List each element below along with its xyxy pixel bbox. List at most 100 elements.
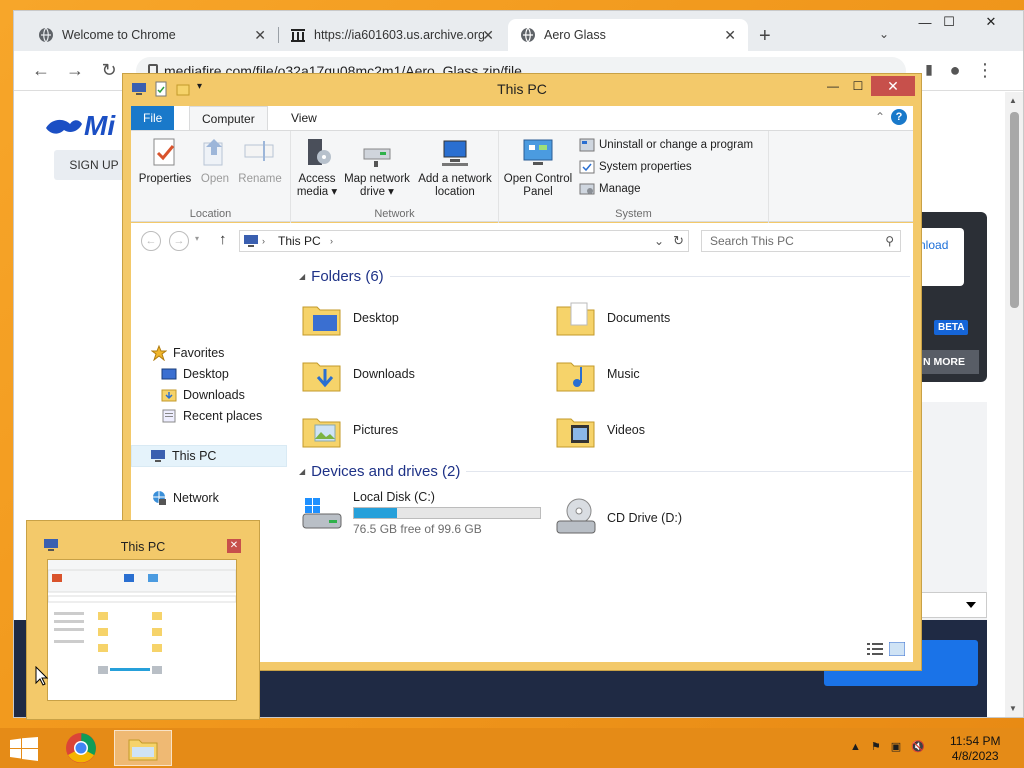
volume-muted-icon[interactable]: 🔇 (911, 740, 925, 753)
close-window-icon[interactable]: ✕ (968, 11, 1014, 33)
search-icon[interactable]: ⚲ (885, 231, 894, 251)
mediafire-logo[interactable]: Mi (44, 110, 115, 142)
tab-computer[interactable]: Computer (189, 106, 268, 130)
recent-locations-icon[interactable]: ▾ (195, 234, 199, 243)
nav-favorites[interactable]: Favorites (150, 344, 224, 362)
close-tab-icon[interactable]: ✕ (254, 27, 266, 44)
back-icon[interactable]: ← (24, 60, 58, 81)
open-icon (198, 135, 232, 169)
breadcrumb-this-pc[interactable]: This PC (278, 231, 321, 251)
scroll-thumb[interactable] (1010, 112, 1019, 308)
new-tab-button[interactable]: + (759, 25, 771, 48)
downloads-icon (161, 387, 177, 403)
folders-group-header[interactable]: ◢ Folders (6) (299, 268, 910, 285)
folder-documents[interactable]: Documents (555, 297, 670, 339)
drive-local-disk-c[interactable]: Local Disk (C:) 76.5 GB free of 99.6 GB (301, 490, 541, 536)
folder-pictures[interactable]: Pictures (301, 409, 398, 451)
maximize-icon[interactable]: ☐ (845, 76, 871, 96)
file-explorer-icon (128, 739, 158, 761)
menu-icon[interactable]: ⋮ (968, 60, 1002, 81)
network-status-icon[interactable]: ▣ (891, 740, 901, 753)
tab-file[interactable]: File (131, 106, 175, 130)
collapse-triangle-icon[interactable]: ◢ (299, 467, 305, 476)
chrome-taskbar-button[interactable] (52, 730, 110, 766)
manage-button[interactable]: Manage (579, 181, 641, 197)
breadcrumb-arrow-icon[interactable]: › (330, 231, 333, 251)
nav-recent-places[interactable]: Recent places (161, 408, 262, 424)
refresh-icon[interactable]: ↻ (673, 231, 684, 251)
add-network-location-button[interactable]: Add a network location (415, 135, 495, 199)
explorer-titlebar[interactable]: ▾ This PC — ☐ ✕ (123, 74, 921, 104)
help-icon[interactable]: ? (891, 109, 907, 125)
details-view-icon[interactable] (867, 642, 883, 656)
group-label: System (615, 208, 652, 220)
tab-search-chevron-icon[interactable]: ⌄ (879, 27, 889, 41)
chevron-down-icon[interactable]: ⌄ (654, 231, 664, 251)
scroll-up-icon[interactable]: ▲ (1009, 96, 1017, 105)
windows-start-icon[interactable] (10, 737, 38, 761)
page-scrollbar[interactable]: ▲ ▼ (1005, 92, 1023, 717)
folder-downloads[interactable]: Downloads (301, 353, 415, 395)
clock-date: 4/8/2023 (951, 749, 999, 763)
videos-folder-icon (555, 409, 597, 451)
properties-icon (148, 135, 182, 169)
taskbar-thumbnail-preview[interactable]: This PC ✕ (26, 520, 260, 720)
computer-icon (150, 448, 166, 464)
show-hidden-icons-icon[interactable]: ▲ (850, 741, 861, 753)
forward-icon[interactable]: → (58, 60, 92, 81)
nav-downloads[interactable]: Downloads (161, 387, 245, 403)
thumbnail-image[interactable] (47, 559, 237, 701)
folder-videos[interactable]: Videos (555, 409, 645, 451)
folder-desktop[interactable]: Desktop (301, 297, 399, 339)
open-control-panel-button[interactable]: Open Control Panel (503, 135, 573, 199)
thumbnail-title: This PC (120, 540, 166, 554)
up-icon[interactable]: ↑ (219, 231, 227, 248)
nav-network[interactable]: Network (151, 490, 219, 506)
devices-group-header[interactable]: ◢ Devices and drives (2) (299, 463, 913, 480)
ribbon-group-network: Access media ▾ Map network drive ▾ Add a n… (291, 131, 499, 223)
drive-cd-d[interactable]: CD Drive (D:) (555, 497, 682, 539)
scroll-down-icon[interactable]: ▼ (1009, 704, 1017, 713)
chrome-icon (66, 733, 96, 763)
back-icon[interactable]: ← (141, 231, 161, 251)
nav-desktop[interactable]: Desktop (161, 366, 229, 382)
properties-button[interactable]: Properties (137, 135, 193, 186)
collapse-ribbon-icon[interactable]: ⌃ (875, 110, 885, 124)
group-divider (389, 276, 910, 277)
system-properties-button[interactable]: System properties (579, 159, 692, 175)
minimize-icon[interactable]: — (821, 76, 845, 96)
clock[interactable]: 11:54 PM 4/8/2023 (950, 734, 1000, 764)
close-tab-icon[interactable]: ✕ (482, 27, 494, 44)
tab-welcome[interactable]: Welcome to Chrome ✕ (26, 19, 279, 51)
rename-button[interactable]: Rename (235, 135, 285, 186)
globe-icon (520, 27, 536, 43)
collapse-triangle-icon[interactable]: ◢ (299, 272, 305, 281)
nav-this-pc[interactable]: This PC (131, 445, 287, 467)
open-button[interactable]: Open (195, 135, 235, 186)
close-tab-icon[interactable]: ✕ (724, 27, 736, 44)
profile-icon[interactable]: ● (938, 60, 972, 81)
tab-aero-glass[interactable]: Aero Glass ✕ (508, 19, 748, 51)
reload-icon[interactable]: ↻ (92, 60, 126, 81)
forward-icon[interactable]: → (169, 231, 189, 251)
breadcrumb-arrow-icon: › (262, 236, 265, 246)
action-center-flag-icon[interactable]: ⚑ (871, 740, 881, 753)
search-input[interactable]: Search This PC ⚲ (701, 230, 901, 252)
ribbon-group-system: Open Control Panel Uninstall or change a … (499, 131, 769, 223)
close-icon[interactable]: ✕ (871, 76, 915, 96)
address-bar[interactable]: › This PC › ⌄ ↻ (239, 230, 689, 252)
large-icons-view-icon[interactable] (888, 641, 906, 657)
close-icon[interactable]: ✕ (227, 539, 241, 553)
documents-folder-icon (555, 297, 597, 339)
folder-music[interactable]: Music (555, 353, 640, 395)
computer-icon (244, 234, 260, 248)
explorer-taskbar-button[interactable] (114, 730, 172, 766)
tab-view[interactable]: View (279, 106, 329, 130)
star-icon (150, 344, 168, 362)
map-network-drive-button[interactable]: Map network drive ▾ (341, 135, 413, 199)
control-panel-icon (521, 135, 555, 169)
access-media-button[interactable]: Access media ▾ (295, 135, 339, 199)
uninstall-program-button[interactable]: Uninstall or change a program (579, 137, 753, 153)
tab-archive[interactable]: https://ia601603.us.archive.org/7 ✕ (278, 19, 506, 51)
maximize-icon[interactable]: ☐ (934, 11, 964, 33)
